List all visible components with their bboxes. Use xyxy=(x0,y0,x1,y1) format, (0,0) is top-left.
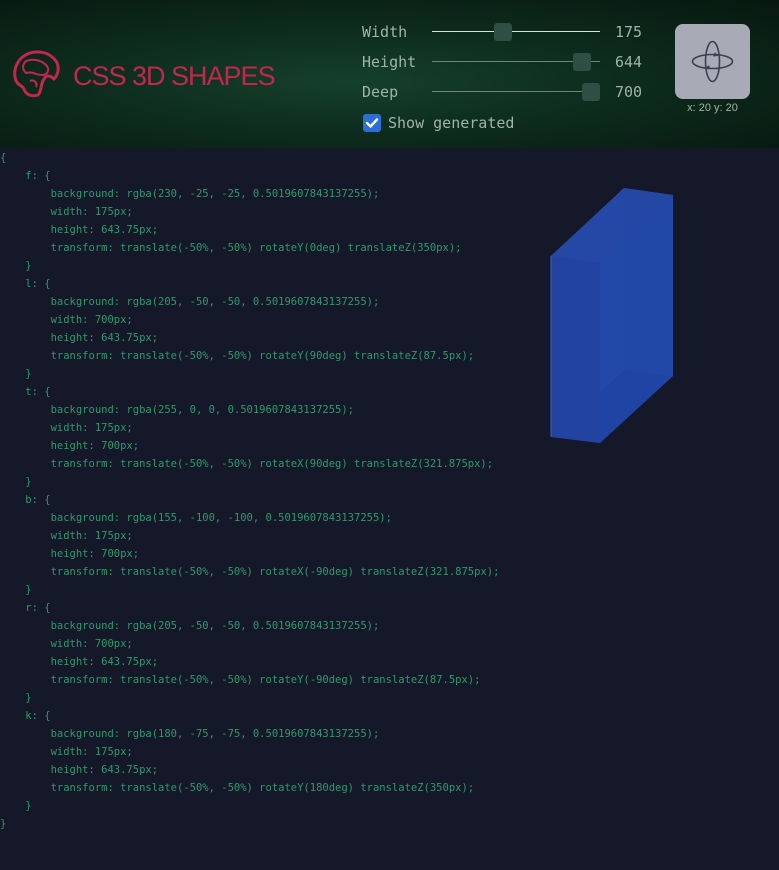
code-line: width: 700px; xyxy=(0,314,133,326)
height-label: Height xyxy=(362,53,417,71)
3d-box-preview[interactable] xyxy=(545,183,680,448)
code-line: transform: translate(-50%, -50%) rotateY… xyxy=(0,782,475,794)
code-line: } xyxy=(0,368,32,380)
app-title: CSS 3D SHAPES xyxy=(73,61,276,91)
box-front-face xyxy=(551,256,600,443)
code-line: } xyxy=(0,692,32,704)
code-line: height: 643.75px; xyxy=(0,764,159,776)
code-line: background: rgba(205, -50, -50, 0.501960… xyxy=(0,620,380,632)
header: CSS 3D SHAPES Width 175 Height 644 Deep … xyxy=(0,0,779,148)
show-generated-label[interactable]: Show generated xyxy=(388,113,514,133)
code-line: transform: translate(-50%, -50%) rotateY… xyxy=(0,242,462,254)
code-line: } xyxy=(0,800,32,812)
deep-slider-thumb[interactable] xyxy=(582,83,600,101)
code-line: background: rgba(230, -25, -25, 0.501960… xyxy=(0,188,380,200)
code-line: } xyxy=(0,818,7,830)
deep-value: 700 xyxy=(615,83,643,101)
code-line: k: { xyxy=(0,710,51,722)
code-line: { xyxy=(0,152,7,164)
rotate-3d-icon xyxy=(691,40,734,83)
code-line: width: 700px; xyxy=(0,638,133,650)
width-slider[interactable] xyxy=(432,23,600,41)
height-value: 644 xyxy=(615,53,643,71)
code-line: height: 700px; xyxy=(0,440,140,452)
deep-label: Deep xyxy=(362,83,399,101)
code-line: height: 643.75px; xyxy=(0,656,159,668)
code-line: background: rgba(255, 0, 0, 0.5019607843… xyxy=(0,404,355,416)
code-line: height: 643.75px; xyxy=(0,224,159,236)
width-value: 175 xyxy=(615,23,643,41)
height-slider[interactable] xyxy=(432,53,600,71)
code-line: transform: translate(-50%, -50%) rotateX… xyxy=(0,458,494,470)
code-line: } xyxy=(0,584,32,596)
code-line: height: 643.75px; xyxy=(0,332,159,344)
logo-icon xyxy=(13,50,60,98)
code-line: width: 175px; xyxy=(0,422,133,434)
deep-slider[interactable] xyxy=(432,83,600,101)
code-line: b: { xyxy=(0,494,51,506)
code-line: f: { xyxy=(0,170,51,182)
code-line: background: rgba(205, -50, -50, 0.501960… xyxy=(0,296,380,308)
code-line: background: rgba(155, -100, -100, 0.5019… xyxy=(0,512,392,524)
rotate-button[interactable] xyxy=(675,24,750,99)
code-line: l: { xyxy=(0,278,51,290)
code-line: transform: translate(-50%, -50%) rotateY… xyxy=(0,674,481,686)
width-slider-thumb[interactable] xyxy=(494,23,513,41)
code-line: transform: translate(-50%, -50%) rotateY… xyxy=(0,350,475,362)
code-line: } xyxy=(0,476,32,488)
checkmark-icon xyxy=(365,118,379,128)
show-generated-checkbox[interactable] xyxy=(363,114,381,132)
code-line: t: { xyxy=(0,386,51,398)
height-slider-thumb[interactable] xyxy=(572,53,591,71)
code-line: height: 700px; xyxy=(0,548,140,560)
code-line: width: 175px; xyxy=(0,746,133,758)
code-line: transform: translate(-50%, -50%) rotateX… xyxy=(0,566,500,578)
code-line: width: 175px; xyxy=(0,206,133,218)
code-line: r: { xyxy=(0,602,51,614)
code-line: background: rgba(180, -75, -75, 0.501960… xyxy=(0,728,380,740)
width-label: Width xyxy=(362,23,408,41)
code-line: width: 175px; xyxy=(0,530,133,542)
code-line: } xyxy=(0,260,32,272)
rotation-coords: x: 20 y: 20 xyxy=(687,102,738,114)
